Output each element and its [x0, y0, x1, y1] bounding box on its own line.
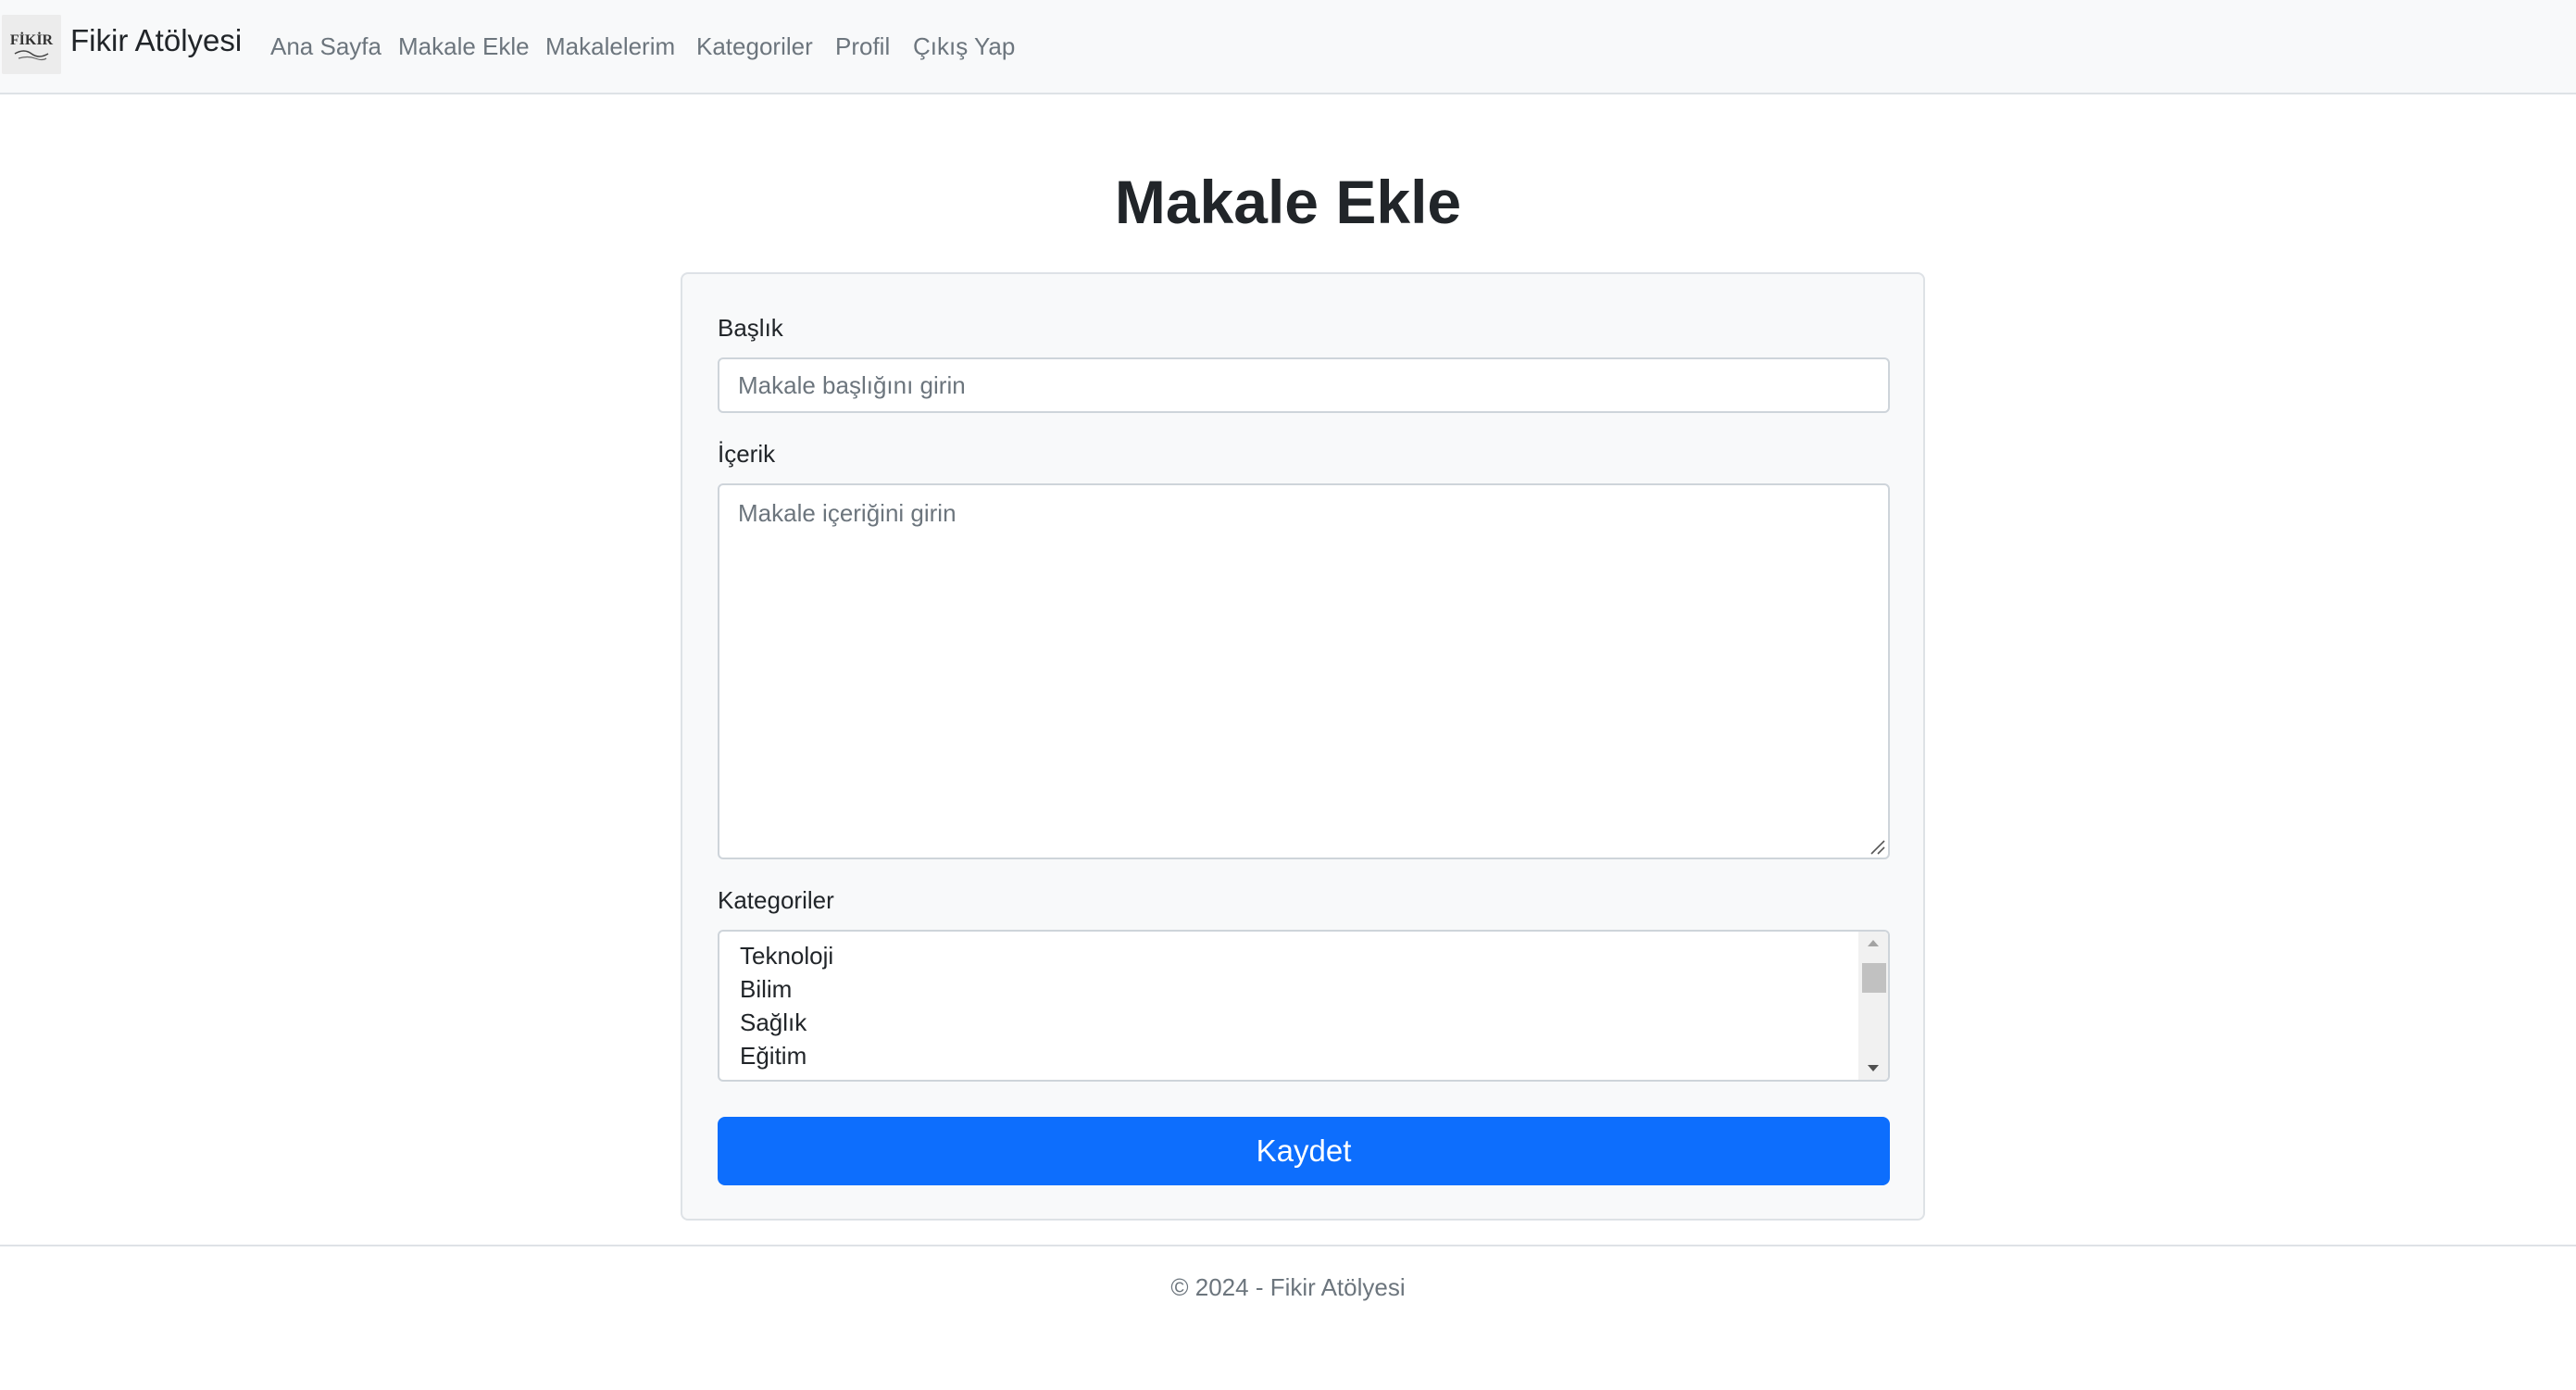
category-option-bilim[interactable]: Bilim: [740, 972, 792, 1006]
save-button[interactable]: Kaydet: [718, 1117, 1890, 1185]
footer: © 2024 - Fikir Atölyesi: [0, 1245, 2576, 1390]
brand-name[interactable]: Fikir Atölyesi: [70, 20, 242, 61]
category-option-teknoloji[interactable]: Teknoloji: [740, 939, 833, 972]
content-textarea-placeholder: Makale içeriğini girin: [738, 499, 957, 527]
page-title: Makale Ekle: [1114, 168, 1462, 236]
footer-copyright: © 2024 - Fikir Atölyesi: [1170, 1273, 1406, 1301]
categories-scrollbar[interactable]: [1858, 932, 1888, 1080]
brand-logo-icon[interactable]: FİKİR: [2, 15, 61, 74]
nav-link-ana-sayfa[interactable]: Ana Sayfa: [270, 28, 381, 65]
navbar: FİKİR Fikir Atölyesi Ana Sayfa Makale Ek…: [0, 0, 2576, 94]
scroll-up-icon[interactable]: [1858, 933, 1888, 954]
nav-link-cikis-yap[interactable]: Çıkış Yap: [913, 28, 1015, 65]
resize-grip-icon[interactable]: [1868, 837, 1886, 856]
svg-text:FİKİR: FİKİR: [10, 31, 54, 48]
scroll-thumb[interactable]: [1862, 963, 1886, 993]
scroll-down-icon[interactable]: [1858, 1058, 1888, 1078]
category-option-egitim[interactable]: Eğitim: [740, 1039, 807, 1072]
nav-link-kategoriler[interactable]: Kategoriler: [696, 28, 813, 65]
logo-graphic: FİKİR: [2, 15, 61, 74]
title-input-placeholder: Makale başlığını girin: [738, 371, 966, 399]
title-input[interactable]: Makale başlığını girin: [718, 357, 1890, 413]
nav-link-makale-ekle[interactable]: Makale Ekle: [398, 28, 530, 65]
title-label: Başlık: [718, 314, 783, 342]
article-form-card: Başlık Makale başlığını girin İçerik Mak…: [681, 272, 1925, 1221]
nav-link-makalelerim[interactable]: Makalelerim: [545, 28, 675, 65]
content-label: İçerik: [718, 440, 776, 468]
categories-select[interactable]: Teknoloji Bilim Sağlık Eğitim: [718, 930, 1890, 1082]
nav-link-profil[interactable]: Profil: [835, 28, 890, 65]
categories-label: Kategoriler: [718, 886, 834, 914]
category-option-saglik[interactable]: Sağlık: [740, 1006, 807, 1039]
content-textarea[interactable]: Makale içeriğini girin: [718, 483, 1890, 859]
